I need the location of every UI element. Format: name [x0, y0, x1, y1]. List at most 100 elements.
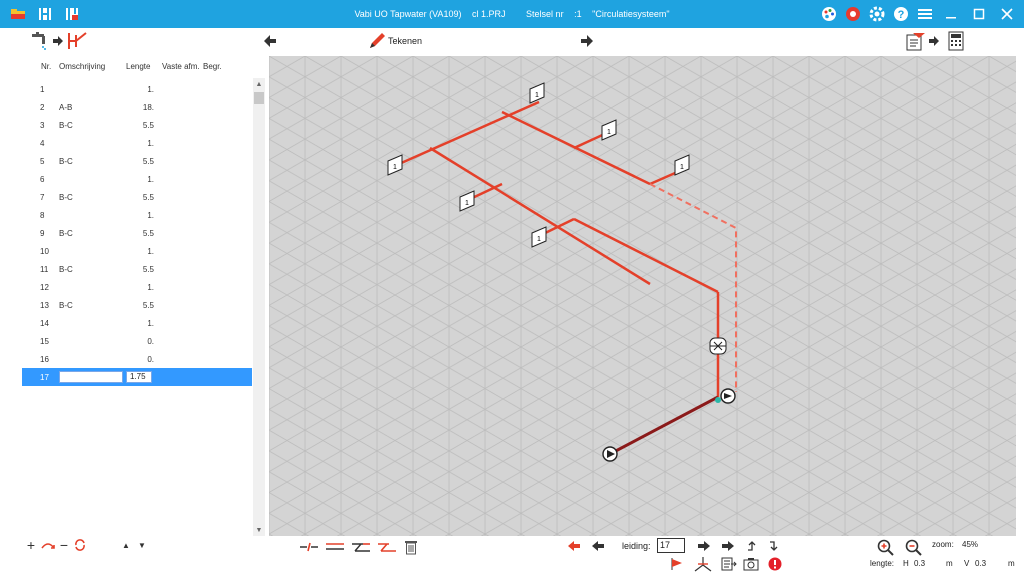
leiding-input[interactable]: 17	[657, 538, 685, 553]
previous-pipe-button[interactable]	[590, 538, 606, 554]
leiding-label: leiding:	[622, 541, 651, 551]
pipe-up-button[interactable]	[744, 538, 760, 554]
zoom-value: 45%	[962, 540, 979, 549]
circulation-pump-icon[interactable]	[720, 388, 736, 404]
table-row[interactable]: 7 B-C 5.5	[22, 188, 252, 206]
title-bar-right: ?	[820, 0, 1018, 28]
table-row[interactable]: 5 B-C 5.5	[22, 152, 252, 170]
pipe-down-button[interactable]	[766, 538, 782, 554]
h-value: 0.3	[914, 559, 926, 568]
add-row-icon[interactable]: +	[24, 537, 38, 553]
folder-icon[interactable]	[10, 5, 27, 23]
bottom-bar: + − ▲ ▼ leiding: 17 zoom: 45% lengte: H …	[0, 536, 1024, 576]
remove-row-icon[interactable]: −	[58, 537, 70, 553]
table-scrollbar[interactable]: ▲ ▼	[253, 78, 265, 536]
report-icon[interactable]	[904, 30, 928, 52]
split-pipe-icon[interactable]	[298, 540, 320, 554]
scroll-thumb[interactable]	[254, 92, 264, 104]
svg-text:1: 1	[465, 200, 469, 207]
parallel-pipe-icon[interactable]	[324, 540, 346, 554]
zoom-in-icon[interactable]	[876, 538, 896, 558]
title-bar-left	[0, 5, 80, 23]
move-up-icon[interactable]: ▲	[120, 538, 132, 552]
water-heater-icon[interactable]	[709, 337, 727, 355]
table-row[interactable]: 14 1.	[22, 314, 252, 332]
previous-button[interactable]	[262, 33, 278, 49]
grid-background	[269, 56, 1016, 536]
svg-text:?: ?	[898, 9, 905, 21]
zoom-label: zoom:	[932, 540, 954, 549]
tap-icon[interactable]	[30, 31, 52, 51]
v-label: V	[964, 559, 970, 568]
table-row[interactable]: 10 1.	[22, 242, 252, 260]
header-vaste-afm: Vaste afm.	[162, 62, 200, 71]
v-value: 0.3	[975, 559, 987, 568]
svg-text:1: 1	[607, 129, 611, 136]
first-pipe-button[interactable]	[566, 538, 582, 554]
save-icon[interactable]	[37, 5, 54, 23]
table-rows: 1 1. 2 A-B 18. 3 B-C 5.5 4 1. 5 B-C 5.5 6 1. 7 B-C…	[22, 80, 252, 386]
help-icon[interactable]: ?	[892, 5, 910, 23]
isometric-drawing[interactable]: 1 1 1 1 1 1	[269, 56, 1016, 536]
table-row[interactable]: 13 B-C 5.5	[22, 296, 252, 314]
export-arrow-icon	[928, 34, 940, 48]
zoom-out-icon[interactable]	[904, 538, 924, 558]
last-pipe-button[interactable]	[720, 538, 736, 554]
table-row[interactable]: 6 1.	[22, 170, 252, 188]
header-lengte: Lengte	[126, 62, 151, 71]
close-button[interactable]	[996, 3, 1018, 25]
omschrijving-edit-field[interactable]	[59, 371, 123, 383]
refresh-icon[interactable]	[72, 538, 88, 552]
lengte-edit-field[interactable]: 1.75	[126, 371, 152, 383]
save-as-icon[interactable]	[63, 5, 80, 23]
insert-row-icon[interactable]	[40, 538, 56, 552]
palette-icon[interactable]	[820, 5, 838, 23]
table-row[interactable]: 12 1.	[22, 278, 252, 296]
table-row[interactable]: 9 B-C 5.5	[22, 224, 252, 242]
maximize-button[interactable]	[968, 3, 990, 25]
gear-icon[interactable]	[868, 5, 886, 23]
table-row[interactable]: 8 1.	[22, 206, 252, 224]
menu-icon[interactable]	[916, 5, 934, 23]
table-row[interactable]: 2 A-B 18.	[22, 98, 252, 116]
move-down-icon[interactable]: ▼	[136, 538, 148, 552]
table-row[interactable]: 16 0.	[22, 350, 252, 368]
axis-icon[interactable]	[692, 554, 714, 574]
offset-pipe-icon[interactable]	[350, 540, 372, 554]
calculator-icon[interactable]	[946, 30, 966, 52]
trash-icon[interactable]	[402, 538, 420, 556]
pencil-icon[interactable]	[366, 30, 388, 52]
table-row[interactable]: 11 B-C 5.5	[22, 260, 252, 278]
next-pipe-button[interactable]	[696, 538, 712, 554]
scroll-down-icon[interactable]: ▼	[253, 524, 265, 536]
pipe-branch-icon[interactable]	[66, 31, 92, 51]
table-row[interactable]: 15 0.	[22, 332, 252, 350]
header-begr: Begr.	[203, 62, 222, 71]
svg-text:1: 1	[393, 164, 397, 171]
stelsel-name: "Circulatiesysteem"	[592, 9, 670, 19]
svg-text:1: 1	[537, 236, 541, 243]
header-omschrijving: Omschrijving	[59, 62, 106, 71]
export-list-icon[interactable]	[720, 556, 738, 572]
junction-node[interactable]	[715, 397, 721, 403]
table-row[interactable]: 1 1.	[22, 80, 252, 98]
table-row[interactable]: 3 B-C 5.5	[22, 116, 252, 134]
scroll-up-icon[interactable]: ▲	[253, 78, 265, 90]
camera-icon[interactable]	[742, 556, 760, 572]
table-row-selected[interactable]: 17 1.75	[22, 368, 252, 386]
draw-button[interactable]: Tekenen	[388, 34, 422, 48]
app-window: Vabi UO Tapwater (VA109) cl 1.PRJ Stelse…	[0, 0, 1024, 576]
error-alert-icon[interactable]	[766, 556, 784, 572]
project-file: cl 1.PRJ	[472, 9, 506, 19]
next-button[interactable]	[579, 33, 595, 49]
drawing-canvas[interactable]: 1 1 1 1 1 1	[269, 56, 1016, 536]
app-title: Vabi UO Tapwater (VA109)	[354, 9, 462, 19]
minimize-button[interactable]	[940, 3, 962, 25]
system-settings-icon[interactable]	[844, 5, 862, 23]
play-flag-icon[interactable]	[668, 556, 686, 572]
water-source-icon[interactable]	[602, 446, 618, 462]
offset-pipe-red-icon[interactable]	[376, 540, 398, 554]
table-row[interactable]: 4 1.	[22, 134, 252, 152]
arrow-right-icon	[52, 33, 64, 49]
v-unit: m	[1008, 559, 1015, 568]
